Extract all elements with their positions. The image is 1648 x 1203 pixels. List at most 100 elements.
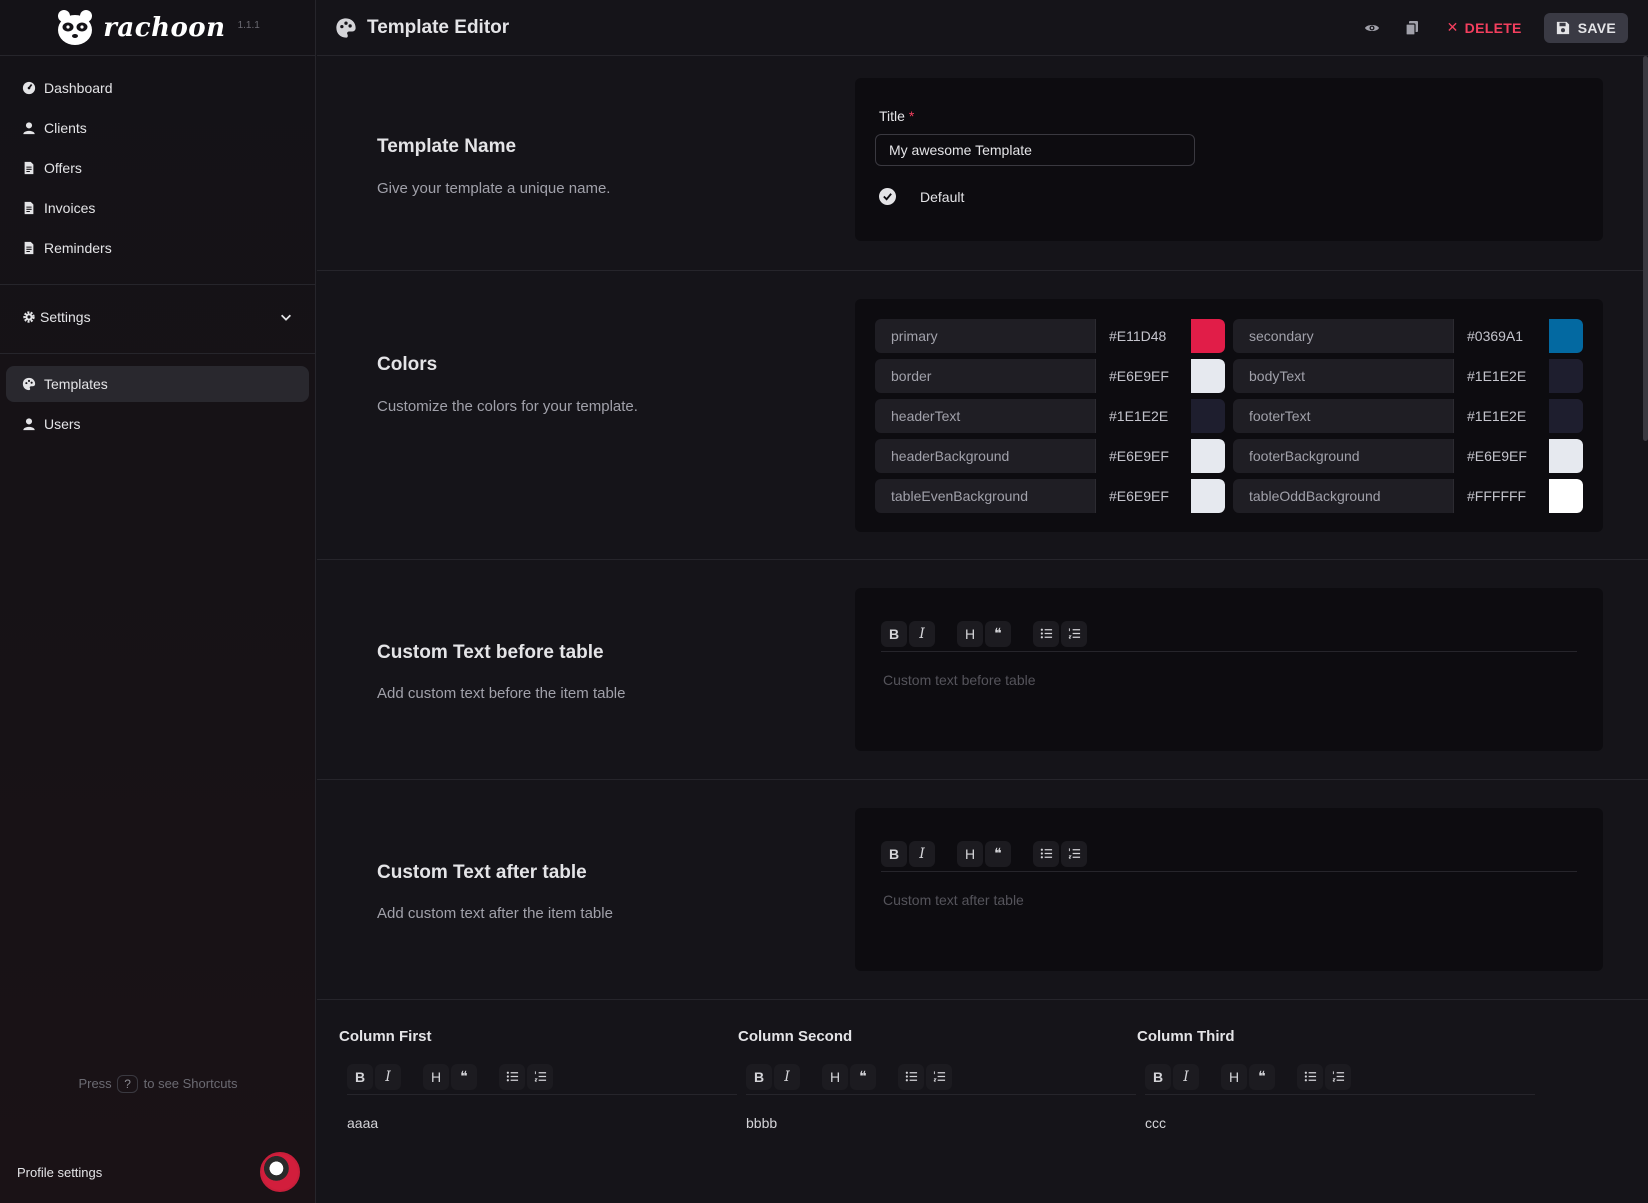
bullet-list-button[interactable] <box>898 1063 924 1090</box>
sidebar-item-invoices[interactable]: Invoices <box>6 190 309 226</box>
color-hex-input[interactable]: #E6E9EF <box>1453 439 1549 473</box>
color-hex-input[interactable]: #E6E9EF <box>1095 439 1191 473</box>
color-swatch[interactable] <box>1191 359 1225 393</box>
section-title: Template Name <box>377 136 517 157</box>
title-input[interactable] <box>875 134 1195 166</box>
column-content[interactable]: ccc <box>1145 1115 1535 1131</box>
quote-button[interactable]: ❝ <box>850 1063 876 1090</box>
profile-settings-label[interactable]: Profile settings <box>17 1165 102 1180</box>
color-hex-input[interactable]: #1E1E2E <box>1095 399 1191 433</box>
heading-button[interactable]: H <box>1221 1063 1247 1090</box>
sidebar-item-templates[interactable]: Templates <box>6 366 309 402</box>
color-row-tableEvenBackground[interactable]: tableEvenBackground #E6E9EF <box>875 479 1225 513</box>
color-swatch[interactable] <box>1549 479 1583 513</box>
color-swatch[interactable] <box>1549 359 1583 393</box>
heading-button[interactable]: H <box>822 1063 848 1090</box>
editor-placeholder[interactable]: Custom text before table <box>883 672 1036 688</box>
italic-button[interactable]: I <box>375 1063 401 1090</box>
color-swatch[interactable] <box>1549 319 1583 353</box>
color-hex-input[interactable]: #0369A1 <box>1453 319 1549 353</box>
title-label: Title * <box>879 108 915 124</box>
bold-button[interactable]: B <box>881 840 907 867</box>
color-hex-input[interactable]: #FFFFFF <box>1453 479 1549 513</box>
color-row-footerText[interactable]: footerText #1E1E2E <box>1233 399 1583 433</box>
ordered-list-button[interactable] <box>527 1063 553 1090</box>
column-content[interactable]: bbbb <box>746 1115 1136 1131</box>
italic-button[interactable]: I <box>774 1063 800 1090</box>
italic-button[interactable]: I <box>909 620 935 647</box>
sidebar-item-dashboard[interactable]: Dashboard <box>6 70 309 106</box>
ordered-list-button[interactable] <box>1061 620 1087 647</box>
delete-label: DELETE <box>1464 19 1522 36</box>
color-swatch[interactable] <box>1549 439 1583 473</box>
bold-button[interactable]: B <box>746 1063 772 1090</box>
sidebar-item-label: Settings <box>40 309 91 325</box>
quote-button[interactable]: ❝ <box>451 1063 477 1090</box>
ordered-list-button[interactable] <box>1061 840 1087 867</box>
sidebar-item-settings[interactable]: Settings <box>6 299 309 335</box>
color-row-headerText[interactable]: headerText #1E1E2E <box>875 399 1225 433</box>
settings-subnav: Templates Users <box>0 354 315 460</box>
color-row-footerBackground[interactable]: footerBackground #E6E9EF <box>1233 439 1583 473</box>
preview-button[interactable] <box>1359 15 1385 41</box>
bold-button[interactable]: B <box>1145 1063 1171 1090</box>
color-row-primary[interactable]: primary #E11D48 <box>875 319 1225 353</box>
profile-settings[interactable]: Profile settings <box>0 1141 316 1203</box>
check-circle-icon[interactable] <box>879 188 896 205</box>
logo[interactable]: rachoon 1.1.1 <box>0 0 315 56</box>
color-swatch[interactable] <box>1549 399 1583 433</box>
color-swatch[interactable] <box>1191 479 1225 513</box>
duplicate-button[interactable] <box>1399 15 1425 41</box>
color-hex-input[interactable]: #E6E9EF <box>1095 359 1191 393</box>
ordered-list-button[interactable] <box>1325 1063 1351 1090</box>
bullet-list-button[interactable] <box>1297 1063 1323 1090</box>
bold-button[interactable]: B <box>881 620 907 647</box>
sidebar-item-offers[interactable]: Offers <box>6 150 309 186</box>
avatar[interactable] <box>260 1152 300 1192</box>
sidebar-item-label: Offers <box>44 160 82 176</box>
heading-button[interactable]: H <box>423 1063 449 1090</box>
italic-button[interactable]: I <box>909 840 935 867</box>
color-row-bodyText[interactable]: bodyText #1E1E2E <box>1233 359 1583 393</box>
ordered-list-icon <box>933 1071 945 1082</box>
default-checkbox[interactable]: Default <box>879 188 964 205</box>
scrollbar[interactable] <box>1643 56 1648 441</box>
heading-button[interactable]: H <box>957 840 983 867</box>
color-row-headerBackground[interactable]: headerBackground #E6E9EF <box>875 439 1225 473</box>
shortcut-key[interactable]: ? <box>117 1075 138 1093</box>
bullet-list-button[interactable] <box>499 1063 525 1090</box>
sidebar-item-users[interactable]: Users <box>6 406 309 442</box>
editor-toolbar: B I H ❝ <box>881 836 1577 872</box>
color-hex-input[interactable]: #1E1E2E <box>1453 399 1549 433</box>
ordered-list-icon <box>1068 628 1080 639</box>
color-row-border[interactable]: border #E6E9EF <box>875 359 1225 393</box>
color-swatch[interactable] <box>1191 319 1225 353</box>
heading-button[interactable]: H <box>957 620 983 647</box>
palette-icon <box>336 17 356 38</box>
gear-icon <box>23 311 35 323</box>
sidebar-item-clients[interactable]: Clients <box>6 110 309 146</box>
sidebar-item-reminders[interactable]: Reminders <box>6 230 309 266</box>
bold-button[interactable]: B <box>347 1063 373 1090</box>
color-hex-input[interactable]: #E6E9EF <box>1095 479 1191 513</box>
quote-button[interactable]: ❝ <box>985 840 1011 867</box>
column-title: Column First <box>339 1028 432 1045</box>
color-swatch[interactable] <box>1191 399 1225 433</box>
italic-button[interactable]: I <box>1173 1063 1199 1090</box>
quote-button[interactable]: ❝ <box>985 620 1011 647</box>
save-button[interactable]: SAVE <box>1543 12 1628 43</box>
color-swatch[interactable] <box>1191 439 1225 473</box>
color-hex-input[interactable]: #E11D48 <box>1095 319 1191 353</box>
bullet-list-button[interactable] <box>1033 840 1059 867</box>
color-row-secondary[interactable]: secondary #0369A1 <box>1233 319 1583 353</box>
default-label: Default <box>920 188 965 205</box>
color-row-tableOddBackground[interactable]: tableOddBackground #FFFFFF <box>1233 479 1583 513</box>
color-hex-input[interactable]: #1E1E2E <box>1453 359 1549 393</box>
delete-button[interactable]: ✕ DELETE <box>1439 13 1530 42</box>
column-content[interactable]: aaaa <box>347 1115 737 1131</box>
colors-card: primary #E11D48 secondary #0369A1 border #E6E… <box>855 299 1603 532</box>
editor-placeholder[interactable]: Custom text after table <box>883 892 1024 908</box>
ordered-list-button[interactable] <box>926 1063 952 1090</box>
bullet-list-button[interactable] <box>1033 620 1059 647</box>
quote-button[interactable]: ❝ <box>1249 1063 1275 1090</box>
